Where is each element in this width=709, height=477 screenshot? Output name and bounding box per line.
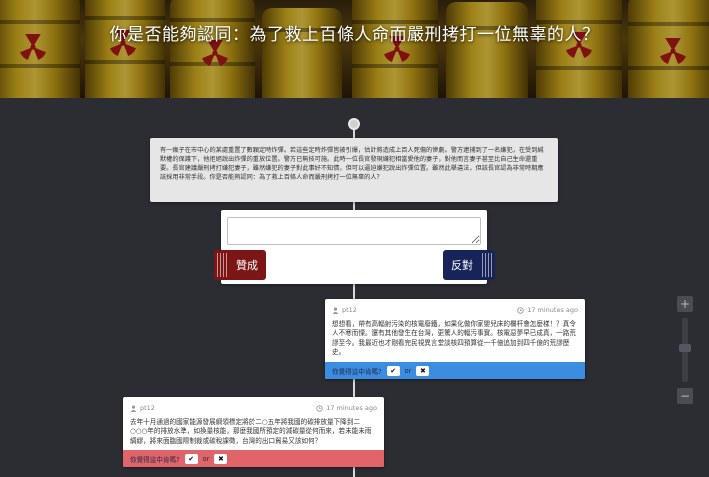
banner-overlay	[0, 0, 709, 98]
vote-or-text: or	[404, 366, 412, 375]
question-card: 有一瘋子在市中心的某處重置了數顆定時炸彈。若這些定時炸彈皆被引爆，估計將造成上百…	[150, 138, 558, 202]
clock-icon	[316, 404, 323, 412]
comment-time: 17 minutes ago	[326, 404, 377, 412]
oppose-label: 反對	[451, 259, 473, 272]
user-icon	[130, 404, 137, 412]
timeline-start-knob	[348, 118, 360, 130]
comment-timestamp: 17 minutes ago	[316, 404, 377, 412]
page-title: 你是否能夠認同：為了救上百條人命而嚴刑拷打一位無辜的人？	[109, 25, 600, 45]
question-text: 有一瘋子在市中心的某處重置了數顆定時炸彈。若這些定時炸彈皆被引爆，估計將造成上百…	[160, 147, 544, 181]
zoom-control: + −	[677, 296, 693, 406]
zoom-out-button[interactable]: −	[677, 388, 693, 404]
reply-input[interactable]	[227, 217, 481, 245]
vote-no-button[interactable]: ✖	[416, 365, 430, 376]
agree-button[interactable]: 贊成	[214, 250, 266, 280]
comment-author: pt12	[130, 404, 155, 412]
stripes-decoration	[482, 253, 492, 277]
comment-vote-bar: 你覺得這中肯嗎? ✔ or ✖	[325, 362, 585, 379]
reply-box: 贊成 反對	[214, 210, 495, 284]
comment-vote-bar: 你覺得這中肯嗎? ✔ or ✖	[123, 450, 384, 467]
comment-header: pt12 17 minutes ago	[123, 397, 384, 412]
vote-no-button[interactable]: ✖	[214, 453, 228, 464]
vote-or-text: or	[202, 454, 210, 463]
vote-prompt: 你覺得這中肯嗎?	[130, 455, 180, 464]
header-banner: 你是否能夠認同：為了救上百條人命而嚴刑拷打一位無辜的人？	[0, 0, 709, 98]
zoom-slider-handle[interactable]	[679, 344, 691, 352]
stripes-decoration	[217, 253, 227, 277]
comment-author: pt12	[332, 306, 357, 314]
comment-card: pt12 17 minutes ago 去年十月通過的國家能源發展綱領標定將於二…	[123, 397, 384, 467]
comment-timestamp: 17 minutes ago	[517, 306, 578, 314]
comment-username[interactable]: pt12	[140, 404, 155, 412]
comment-text: 想想看，帶有高輻射污染的核電廢鐵，如果化做你家嬰兒床的欄杆會怎麼樣！？真令人不寒…	[332, 320, 576, 357]
agree-label: 贊成	[236, 259, 258, 272]
comment-time: 17 minutes ago	[527, 306, 578, 314]
vote-yes-button[interactable]: ✔	[386, 365, 400, 376]
comment-card: pt12 17 minutes ago 想想看，帶有高輻射污染的核電廢鐵，如果化…	[325, 299, 585, 379]
comment-text: 去年十月通過的國家能源發展綱領標定將於二○五年將我國的碳排放量下降到二○○○年的…	[130, 418, 372, 445]
oppose-button[interactable]: 反對	[443, 250, 495, 280]
user-icon	[332, 306, 339, 314]
clock-icon	[517, 306, 524, 314]
comment-username[interactable]: pt12	[342, 306, 357, 314]
vote-yes-button[interactable]: ✔	[184, 453, 198, 464]
comment-header: pt12 17 minutes ago	[325, 299, 585, 314]
zoom-in-button[interactable]: +	[677, 296, 693, 312]
vote-prompt: 你覺得這中肯嗎?	[332, 367, 382, 376]
